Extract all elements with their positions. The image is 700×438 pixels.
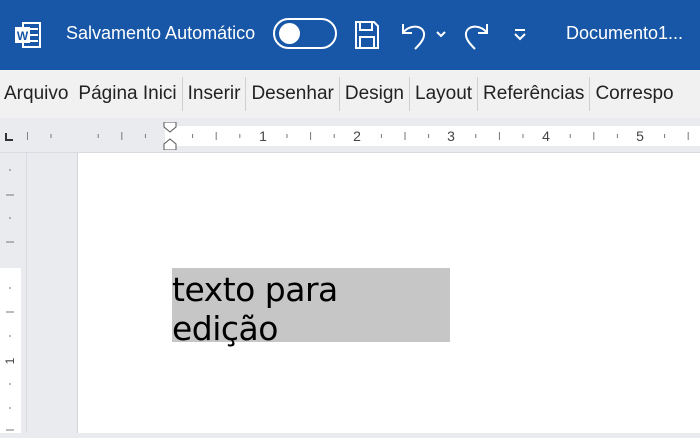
selected-text-highlight[interactable]: texto para edição — [172, 268, 450, 348]
tab-desenhar[interactable]: Desenhar — [246, 77, 340, 111]
ruler-label-1: 1 — [259, 128, 267, 144]
document-page[interactable]: texto para edição — [77, 153, 700, 433]
title-bar: W Salvamento Automático Documento1... — [0, 0, 700, 70]
undo-icon[interactable] — [400, 20, 428, 50]
tab-design[interactable]: Design — [340, 77, 410, 111]
tab-layout[interactable]: Layout — [410, 77, 479, 111]
autosave-label: Salvamento Automático — [66, 23, 256, 43]
word-logo-icon[interactable]: W — [14, 22, 42, 48]
save-icon[interactable] — [354, 20, 380, 50]
horizontal-ruler[interactable]: 1 2 3 4 5 — [27, 122, 700, 150]
tab-stop-selector-icon[interactable] — [4, 132, 14, 142]
document-text[interactable]: texto para edição — [172, 270, 450, 348]
ruler-row: 1 2 3 4 5 — [0, 118, 700, 153]
vertical-ruler[interactable]: 1 — [0, 153, 27, 433]
ruler-label-4: 4 — [542, 128, 550, 144]
tab-inserir[interactable]: Inserir — [183, 77, 247, 111]
undo-dropdown-chevron-icon[interactable] — [435, 30, 447, 38]
ruler-label-3: 3 — [447, 128, 455, 144]
autosave-toggle[interactable] — [273, 18, 337, 49]
customize-quick-access-icon[interactable] — [512, 27, 528, 43]
redo-icon[interactable] — [462, 20, 490, 50]
tab-pagina-inicial[interactable]: Página Inici — [73, 77, 183, 111]
tab-correspondencias[interactable]: Correspo — [590, 77, 678, 111]
ruler-label-2: 2 — [353, 128, 361, 144]
ruler-label-5: 5 — [636, 128, 644, 144]
tab-arquivo[interactable]: Arquivo — [0, 77, 73, 111]
document-title[interactable]: Documento1... — [566, 23, 683, 44]
ribbon-tabs: Arquivo Página Inici Inserir Desenhar De… — [0, 70, 700, 118]
svg-text:W: W — [17, 29, 29, 43]
vruler-label-1: 1 — [3, 357, 17, 364]
tab-referencias[interactable]: Referências — [478, 77, 591, 111]
